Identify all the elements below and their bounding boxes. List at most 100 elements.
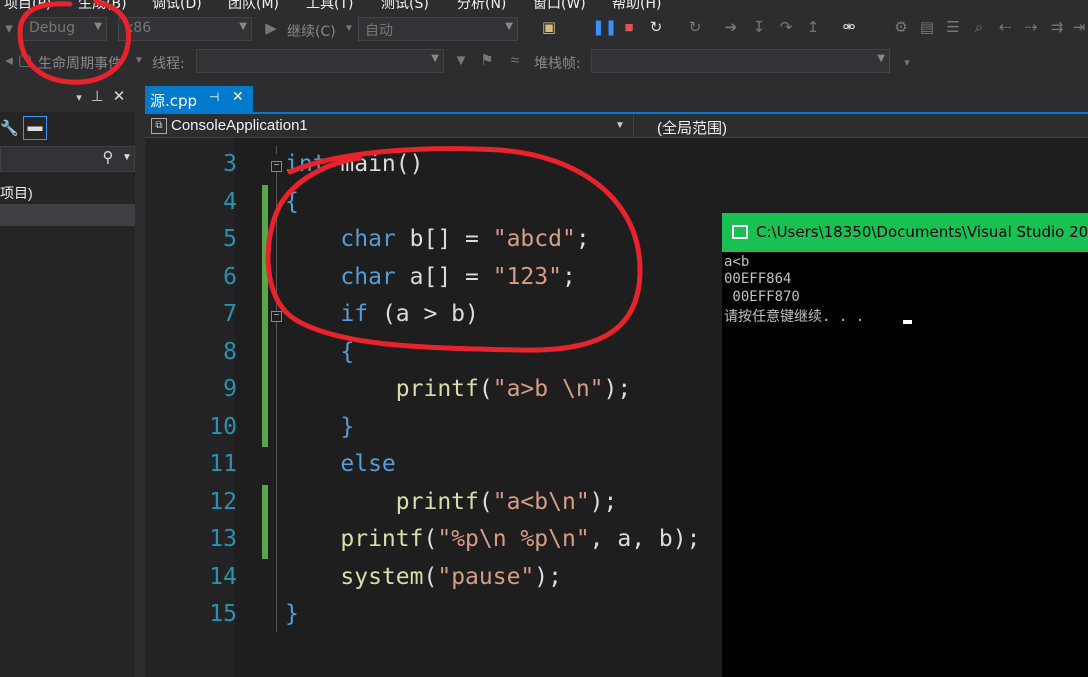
code-text: , a, b);	[589, 526, 701, 552]
continue-button[interactable]: 继续(C)	[287, 21, 336, 41]
flag-icon[interactable]: ⚑	[478, 52, 496, 70]
menu-debug[interactable]: 调试(D)	[152, 0, 202, 12]
code-text: main()	[326, 151, 424, 177]
solution-tree-selected-row[interactable]	[0, 204, 135, 226]
console-title-bar[interactable]: C:\Users\18350\Documents\Visual Studio 2…	[722, 213, 1088, 252]
step-out-icon[interactable]: ↷	[777, 19, 795, 37]
tab-label: 源.cpp	[150, 92, 198, 110]
chevron-down-icon[interactable]: ▾	[70, 89, 88, 107]
chevron-down-icon[interactable]: ▾	[0, 20, 18, 38]
restart-icon[interactable]: ↻	[647, 19, 665, 37]
menu-window[interactable]: 窗口(W)	[533, 0, 586, 12]
nav-left-icon[interactable]: ⇠	[996, 19, 1014, 37]
code-text: (a > b)	[368, 301, 479, 327]
chevron-down-icon[interactable]: ▼	[615, 120, 625, 131]
chevron-down-icon: ▼	[431, 53, 439, 64]
menu-tools[interactable]: 工具(T)	[306, 0, 353, 12]
nav-project-label[interactable]: ConsoleApplication1	[171, 117, 308, 134]
step-up-icon[interactable]: ↥	[804, 19, 822, 37]
project-icon: ⧉	[151, 118, 167, 134]
code-string: "a<b\n"	[492, 489, 590, 515]
line-number: 12	[209, 489, 237, 515]
play-icon[interactable]: ▶	[262, 20, 280, 38]
code-function: printf	[285, 376, 479, 402]
code-keyword: char	[285, 264, 396, 290]
close-icon[interactable]: ✕	[110, 88, 128, 106]
menu-help[interactable]: 帮助(H)	[612, 0, 661, 12]
menu-test[interactable]: 测试(S)	[381, 0, 429, 12]
bookmark-icon[interactable]: ⇉	[1048, 19, 1066, 37]
platform-combo[interactable]: x86 ▼	[118, 17, 252, 41]
code-line-13: printf("%p\n %p\n", a, b);	[285, 526, 700, 552]
pin-icon[interactable]: ⊥	[88, 88, 106, 106]
line-number: 11	[209, 451, 237, 477]
solution-config-combo[interactable]: Debug ▼	[22, 17, 107, 41]
code-string: "123"	[492, 264, 562, 290]
menu-project[interactable]: 项目(P)	[4, 0, 51, 12]
chevron-down-icon: ▼	[94, 21, 102, 32]
debug-location-toolbar: ◂ ▢ 生命周期事件 ▼ 线程: ▼ ▼ ⚑ ≈ 堆栈帧: ▼ ▾	[0, 46, 1088, 78]
close-icon[interactable]: ✕	[232, 89, 244, 105]
menu-build[interactable]: 生成(B)	[78, 0, 127, 12]
code-line-8: {	[285, 339, 355, 365]
chevron-down-icon[interactable]: ▼	[340, 20, 358, 38]
menu-team[interactable]: 团队(M)	[228, 0, 279, 12]
more-icon[interactable]: ⇥	[1070, 19, 1088, 37]
code-text: (	[478, 489, 493, 515]
standard-toolbar: ▾ Debug ▼ x86 ▼ ▶ 继续(C) ▼ 自动 ▼ ▣ ❚❚ ■ ↻ …	[0, 12, 1088, 46]
filter-icon[interactable]: ▼	[452, 52, 470, 70]
auto-combo[interactable]: 自动 ▼	[358, 17, 518, 41]
window-icon[interactable]: ▤	[918, 19, 936, 37]
solution-explorer-panel	[0, 84, 135, 677]
step-into-icon[interactable]: ➔	[722, 19, 740, 37]
thread-combo[interactable]: ▼	[196, 49, 444, 73]
line-number: 8	[223, 339, 237, 365]
editor-margin	[145, 138, 235, 677]
code-line-12: printf("a<b\n");	[285, 489, 618, 515]
nav-right-icon[interactable]: ⇢	[1022, 19, 1040, 37]
line-number: 13	[209, 526, 237, 552]
stackframe-combo[interactable]: ▼	[591, 49, 890, 73]
chevron-down-icon[interactable]: ▼	[118, 149, 136, 167]
wrench-icon[interactable]: 🔧	[0, 120, 19, 138]
find-icon[interactable]: ⌕	[970, 19, 988, 37]
fold-toggle-icon[interactable]: −	[271, 161, 282, 172]
line-number: 4	[223, 189, 237, 215]
thread-label: 线程:	[152, 56, 185, 72]
solution-tree-item[interactable]: 项目)	[0, 183, 33, 203]
fold-toggle-icon[interactable]: −	[271, 311, 282, 322]
solution-search-box[interactable]: ⚲ ▼	[0, 146, 135, 172]
tab-source-cpp[interactable]: 源.cpp ⊣ ✕	[145, 86, 253, 112]
lifecycle-icon[interactable]: ▢	[16, 52, 34, 70]
console-icon	[732, 225, 748, 239]
menu-analyze[interactable]: 分析(N)	[457, 0, 506, 12]
line-number: 3	[223, 151, 237, 177]
show-next-statement-icon[interactable]: ↻	[686, 19, 704, 37]
breakpoint-toggle-icon[interactable]: ⚮	[840, 19, 858, 37]
code-string: "a>b \n"	[492, 376, 604, 402]
pause-icon[interactable]: ❚❚	[592, 19, 617, 37]
toolbar-options-icon[interactable]: ▾	[898, 54, 916, 72]
code-line-6: char a[] = "123";	[285, 264, 576, 290]
lifecycle-events-label[interactable]: 生命周期事件	[38, 53, 122, 73]
pin-icon[interactable]: ⊣	[209, 90, 219, 104]
process-icon[interactable]: ▣	[540, 19, 558, 37]
code-line-4: {	[285, 189, 299, 215]
line-number: 6	[223, 264, 237, 290]
platform-value: x86	[125, 20, 152, 36]
line-number: 14	[209, 564, 237, 590]
console-title: C:\Users\18350\Documents\Visual Studio 2…	[756, 223, 1088, 241]
divider	[633, 114, 634, 138]
code-text: ;	[561, 264, 576, 290]
hex-icon[interactable]: ⚙	[892, 19, 910, 37]
step-over-icon[interactable]: ↧	[750, 19, 768, 37]
collapse-all-icon[interactable]: ▬	[23, 116, 47, 140]
stop-icon[interactable]: ■	[620, 19, 638, 37]
nav-scope-label[interactable]: (全局范围)	[657, 117, 727, 138]
threads-icon[interactable]: ≈	[506, 52, 524, 70]
line-number: 5	[223, 226, 237, 252]
console-cursor	[903, 320, 912, 324]
chevron-down-icon[interactable]: ▼	[130, 52, 148, 70]
code-text: );	[534, 564, 562, 590]
list-icon[interactable]: ☰	[944, 19, 962, 37]
